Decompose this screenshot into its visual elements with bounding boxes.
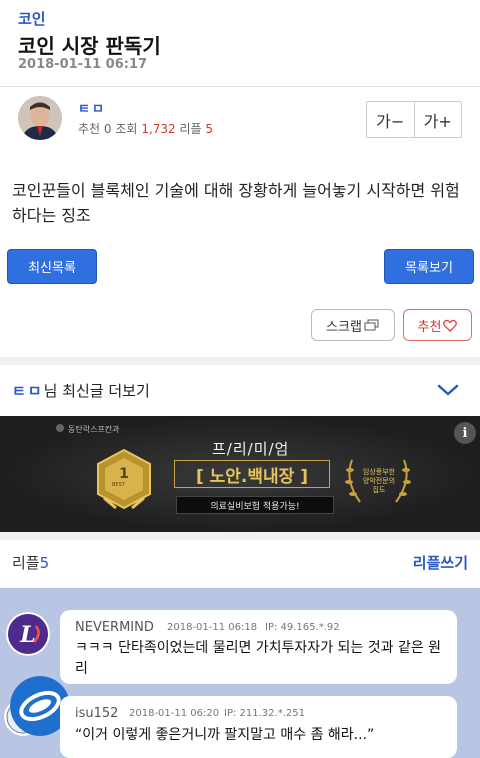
reply-count: 5	[205, 122, 214, 136]
comment-date: 2018-01-11 06:18	[167, 622, 258, 633]
reply-header-count: 5	[39, 554, 50, 572]
divider	[0, 86, 480, 87]
recommend-button[interactable]: 추천	[403, 309, 472, 341]
more-author-name: ㅌㅁ	[12, 382, 44, 400]
post-category[interactable]: 코인	[18, 8, 46, 29]
comment-nickname[interactable]: isu152	[75, 706, 118, 721]
comment-ip: IP: 211.32.*.251	[224, 708, 305, 719]
views-label: 조회	[115, 122, 138, 136]
chevron-down-icon[interactable]	[436, 382, 460, 398]
comment-ip: IP: 49.165.*.92	[265, 622, 340, 633]
more-posts-link[interactable]: ㅌㅁ님 최신글 더보기	[12, 380, 150, 401]
view-list-button[interactable]: 목록보기	[384, 249, 474, 284]
section-separator	[0, 357, 480, 365]
recommend-count: 0	[103, 122, 112, 136]
recommend-label: 추천	[78, 122, 101, 136]
svg-text:L: L	[19, 622, 35, 648]
advertisement-banner[interactable]: 1 동탄락스프칸과 BEST 프/리/미/엄 [ 노안.백내장 ] 의료실비보험…	[0, 416, 480, 532]
post-content: 코인꾼들이 블록체인 기술에 대해 장황하게 늘어놓기 시작하면 위험하다는 징…	[12, 181, 460, 225]
comment-text: “이거 이렇게 좋은거니까 팔지말고 매수 좀 해라...”	[75, 727, 375, 743]
font-larger-button[interactable]: 가+	[415, 102, 462, 137]
reply-label: 리플	[179, 122, 202, 136]
ad-subtitle: 의료실비보험 적용가능!	[176, 496, 334, 514]
font-size-controls: 가− 가+	[366, 101, 462, 138]
heart-icon	[443, 319, 458, 332]
scrap-button[interactable]: 스크랩	[311, 309, 395, 341]
section-separator	[0, 532, 480, 540]
post-meta: 추천 0 조회 1,732 리플 5	[78, 120, 213, 137]
comment-date: 2018-01-11 06:20	[129, 708, 220, 719]
avatar-photo-icon	[18, 96, 62, 140]
comment-list: L NEVERMIND 2018-01-11 06:18 IP: 49.165.…	[0, 588, 480, 758]
ad-badge-right: 임상풍부한 양악전문의 집도	[362, 468, 396, 494]
ad-info-icon[interactable]: i	[454, 422, 476, 444]
svg-text:1: 1	[119, 466, 129, 482]
scrap-label: 스크랩	[326, 319, 362, 335]
author-avatar[interactable]	[18, 96, 62, 140]
commenter-avatar[interactable]: L	[6, 612, 50, 656]
more-label: 님 최신글 더보기	[43, 382, 150, 400]
comment-nickname[interactable]: NEVERMIND	[75, 620, 154, 635]
views-count: 1,732	[141, 122, 176, 136]
recommend-button-label: 추천	[417, 319, 442, 335]
author-name[interactable]: ㅌㅁ	[78, 98, 106, 117]
reply-header: 리플5	[12, 552, 49, 573]
latest-list-button[interactable]: 최신목록	[7, 249, 97, 284]
ad-company: 동탄락스프칸과	[68, 425, 120, 434]
reply-header-label: 리플	[12, 554, 40, 572]
ad-brand: [ 노안.백내장 ]	[174, 460, 330, 488]
font-smaller-button[interactable]: 가−	[367, 102, 415, 137]
ad-premium: 프/리/미/엄	[212, 440, 290, 458]
write-reply-button[interactable]: 리플쓰기	[413, 552, 468, 573]
scrap-icon	[364, 319, 379, 331]
comment-text: ㅋㅋㅋ 단타족이었는데 물리면 가치투자자가 되는 것과 같은 원리	[75, 640, 442, 677]
page-title: 코인 시장 판독기	[18, 34, 161, 58]
post-date: 2018-01-11 06:17	[18, 57, 148, 72]
ad-badge-left: BEST	[112, 482, 125, 488]
